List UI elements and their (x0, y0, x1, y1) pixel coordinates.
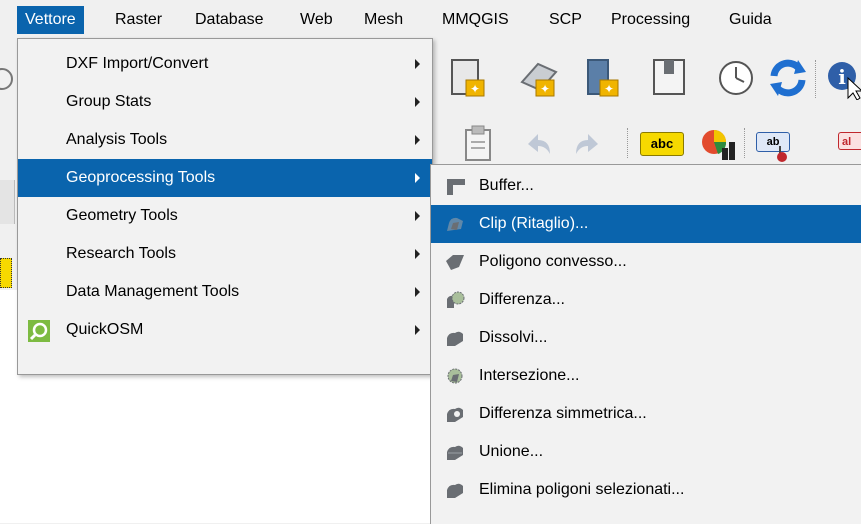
submenu-item-dissolve-label: Dissolvi... (479, 329, 548, 346)
submenu-item-dissolve[interactable]: Dissolvi... (431, 319, 861, 357)
union-icon (447, 445, 463, 460)
pin-icon (777, 146, 787, 162)
quickosm-icon (28, 320, 50, 342)
menu-item-research-tools-label: Research Tools (66, 245, 176, 262)
svg-text:i: i (838, 65, 846, 89)
submenu-item-clip-label: Clip (Ritaglio)... (479, 215, 589, 232)
menu-vettore-label: Vettore (25, 11, 76, 28)
intersection-icon (447, 368, 463, 384)
menu-item-geoprocessing-tools[interactable]: Geoprocessing Tools (18, 159, 432, 197)
menu-item-quickosm-label: QuickOSM (66, 321, 144, 338)
menu-mmqgis-label: MMQGIS (442, 11, 509, 28)
menu-vettore[interactable]: Vettore (17, 6, 84, 34)
new-geopackage-layer-icon[interactable]: ✦ (580, 56, 624, 100)
svg-text:✦: ✦ (540, 82, 550, 96)
label-abc-text: abc (650, 136, 674, 151)
menu-item-dxf-import-label: DXF Import/Convert (66, 55, 209, 72)
submenu-item-difference[interactable]: Differenza... (431, 281, 861, 319)
submenu-item-symmetric-difference-label: Differenza simmetrica... (479, 405, 647, 422)
svg-text:✦: ✦ (470, 82, 480, 96)
menu-database[interactable]: Database (187, 6, 272, 34)
menu-web[interactable]: Web (292, 6, 341, 34)
new-shapefile-layer-icon[interactable]: ✦ (446, 56, 490, 100)
submenu-arrow-icon (415, 287, 420, 297)
identify-icon[interactable]: i (826, 56, 861, 100)
undo-icon[interactable] (520, 128, 554, 162)
submenu-item-difference-label: Differenza... (479, 291, 565, 308)
svg-text:✦: ✦ (604, 82, 614, 96)
submenu-item-union[interactable]: Unione... (431, 433, 861, 471)
menu-item-data-management-tools-label: Data Management Tools (66, 283, 240, 300)
submenu-item-union-label: Unione... (479, 443, 544, 460)
menu-item-research-tools[interactable]: Research Tools (18, 235, 432, 273)
menu-processing[interactable]: Processing (603, 6, 698, 34)
submenu-arrow-icon (415, 249, 420, 259)
eliminate-polygons-icon (447, 483, 463, 498)
menu-raster[interactable]: Raster (107, 6, 170, 34)
label-edge-text: al (842, 136, 852, 148)
menu-database-label: Database (195, 11, 264, 28)
menu-item-group-stats[interactable]: Group Stats (18, 83, 432, 121)
menu-item-geometry-tools[interactable]: Geometry Tools (18, 197, 432, 235)
submenu-item-convex-hull[interactable]: Poligono convesso... (431, 243, 861, 281)
menu-item-data-management-tools[interactable]: Data Management Tools (18, 273, 432, 311)
partial-toolbar-icon[interactable] (0, 62, 14, 96)
menu-scp-label: SCP (549, 11, 582, 28)
menu-item-quickosm[interactable]: QuickOSM (18, 311, 432, 349)
submenu-arrow-icon (415, 173, 420, 183)
submenu-item-eliminate-selected[interactable]: Elimina poligoni selezionati... (431, 471, 861, 509)
difference-icon (447, 291, 465, 308)
submenu-arrow-icon (415, 97, 420, 107)
menu-mesh[interactable]: Mesh (356, 6, 411, 34)
geoprocessing-submenu: Buffer... Clip (Ritaglio)... Poligono co… (430, 164, 861, 524)
clip-icon (447, 217, 463, 231)
toolbar-separator (815, 60, 818, 98)
menubar: Vettore Raster Database Web Mesh MMQGIS … (0, 0, 861, 38)
label-abc-icon[interactable]: abc (640, 132, 684, 156)
submenu-item-clip[interactable]: Clip (Ritaglio)... (431, 205, 861, 243)
submenu-item-intersection-label: Intersezione... (479, 367, 580, 384)
menu-item-geometry-tools-label: Geometry Tools (66, 207, 178, 224)
vettore-menu: DXF Import/Convert Group Stats Analysis … (17, 38, 433, 375)
submenu-arrow-icon (415, 135, 420, 145)
menu-processing-label: Processing (611, 11, 691, 28)
label-edge-icon[interactable]: al (838, 132, 861, 150)
menu-guida-label: Guida (729, 11, 772, 28)
menu-item-geoprocessing-tools-label: Geoprocessing Tools (66, 169, 216, 186)
dissolve-icon (447, 331, 463, 346)
temporary-layer-icon[interactable] (648, 56, 692, 100)
paste-icon[interactable] (458, 124, 498, 164)
menu-item-analysis-tools[interactable]: Analysis Tools (18, 121, 432, 159)
submenu-item-buffer-label: Buffer... (479, 177, 534, 194)
submenu-arrow-icon (415, 211, 420, 221)
submenu-item-symmetric-difference[interactable]: Differenza simmetrica... (431, 395, 861, 433)
menu-item-group-stats-label: Group Stats (66, 93, 152, 110)
left-layer-fragment (0, 258, 12, 288)
menu-guida[interactable]: Guida (721, 6, 780, 34)
redo-icon[interactable] (572, 128, 606, 162)
menu-item-analysis-tools-label: Analysis Tools (66, 131, 168, 148)
menu-mesh-label: Mesh (364, 11, 404, 28)
submenu-item-convex-hull-label: Poligono convesso... (479, 253, 627, 270)
convex-hull-icon (446, 255, 464, 270)
buffer-icon (447, 179, 465, 195)
menu-raster-label: Raster (115, 11, 163, 28)
submenu-arrow-icon (415, 59, 420, 69)
menu-scp[interactable]: SCP (541, 6, 590, 34)
submenu-item-buffer[interactable]: Buffer... (431, 167, 861, 205)
clock-icon[interactable] (714, 56, 758, 100)
left-panel-fragment (0, 180, 15, 224)
submenu-item-intersection[interactable]: Intersezione... (431, 357, 861, 395)
menu-web-label: Web (300, 11, 333, 28)
submenu-item-eliminate-selected-label: Elimina poligoni selezionati... (479, 481, 685, 498)
toolbar-separator-2 (627, 128, 630, 158)
refresh-icon[interactable] (766, 56, 810, 100)
new-spatialite-layer-icon[interactable]: ✦ (516, 56, 560, 100)
symmetric-difference-icon (447, 407, 463, 422)
toolbar-separator-3 (744, 128, 747, 158)
menu-mmqgis[interactable]: MMQGIS (434, 6, 517, 34)
menu-item-dxf-import[interactable]: DXF Import/Convert (18, 45, 432, 83)
submenu-arrow-icon (415, 325, 420, 335)
diagram-icon[interactable] (698, 124, 738, 164)
